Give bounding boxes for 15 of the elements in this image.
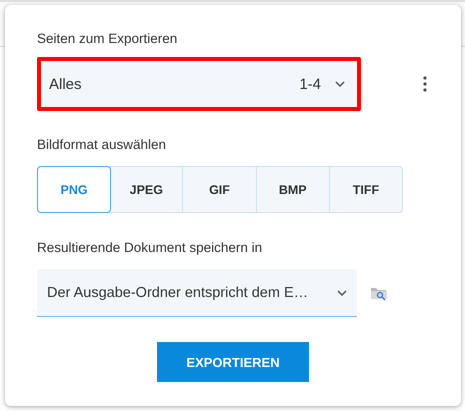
chevron-down-icon [335,81,345,87]
folder-dropdown[interactable]: Der Ausgabe-Ordner entspricht dem E… [37,269,357,317]
more-options-icon[interactable] [423,76,427,92]
format-option[interactable]: BMP [256,167,329,212]
field-label: Seiten zum Exportieren [37,31,178,48]
format-option[interactable]: TIFF [328,167,402,212]
field-label: Bildformat auswählen [37,137,168,154]
field-label: Resultierende Dokument speichern in [37,240,264,257]
format-option[interactable]: GIF [182,167,256,212]
export-button[interactable]: EXPORTIEREN [157,342,309,382]
folder-search-icon[interactable] [370,285,388,301]
format-option[interactable]: PNG [37,166,112,213]
pages-dropdown[interactable]: Alles 1-4 [37,57,361,111]
chevron-down-icon [337,290,347,296]
format-option[interactable]: JPEG [110,167,182,212]
